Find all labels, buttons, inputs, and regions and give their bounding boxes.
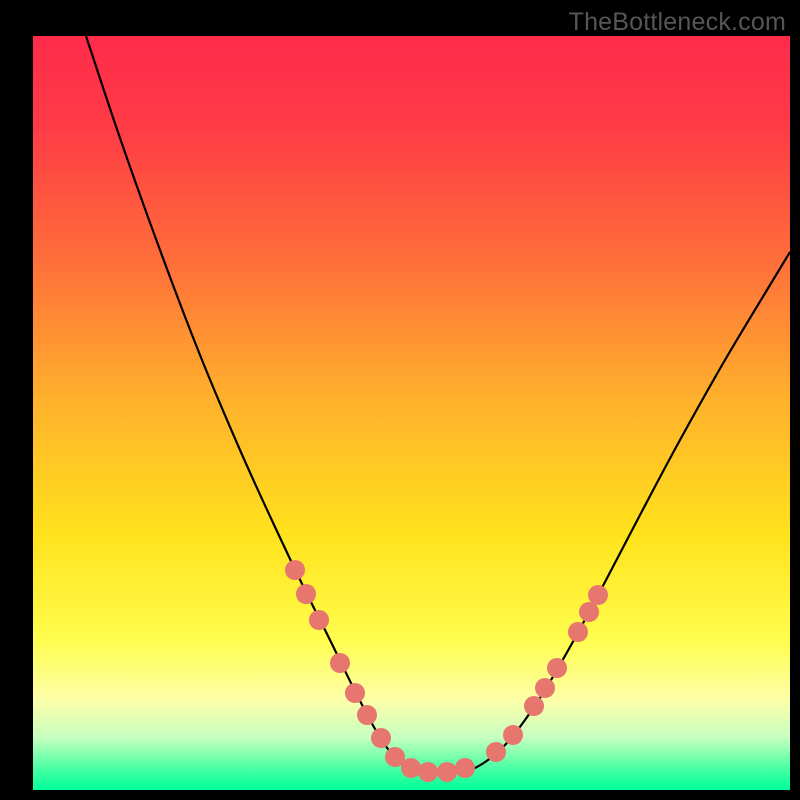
marker-dot: [357, 705, 377, 725]
marker-dot: [345, 683, 365, 703]
marker-dot: [437, 762, 457, 782]
marker-dot: [547, 658, 567, 678]
marker-dot: [418, 762, 438, 782]
marker-dot: [486, 742, 506, 762]
marker-dot: [568, 622, 588, 642]
marker-dot: [371, 728, 391, 748]
marker-dot: [588, 585, 608, 605]
bottleneck-chart: [0, 0, 800, 800]
marker-dot: [330, 653, 350, 673]
marker-dot: [455, 758, 475, 778]
marker-dot: [535, 678, 555, 698]
gradient-background: [33, 36, 790, 790]
marker-dot: [524, 696, 544, 716]
marker-dot: [309, 610, 329, 630]
marker-dot: [296, 584, 316, 604]
marker-dot: [579, 602, 599, 622]
marker-dot: [401, 758, 421, 778]
marker-dot: [285, 560, 305, 580]
attribution-text: TheBottleneck.com: [569, 8, 786, 37]
chart-stage: TheBottleneck.com: [0, 0, 800, 800]
marker-dot: [503, 725, 523, 745]
